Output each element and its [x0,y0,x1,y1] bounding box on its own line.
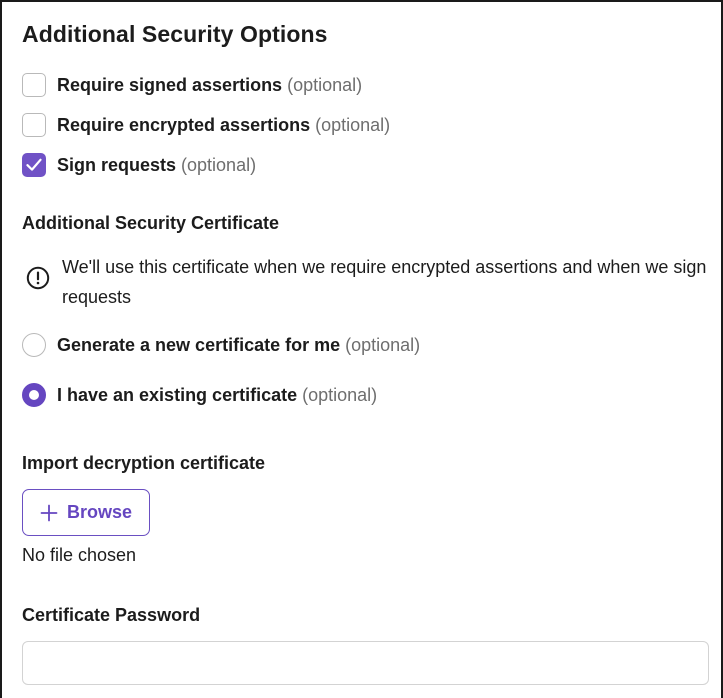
require-signed-assertions-checkbox[interactable] [22,73,46,97]
checkbox-label: Require signed assertions [57,74,283,95]
certificate-section-heading: Additional Security Certificate [22,213,280,233]
generate-certificate-option[interactable]: Generate a new certificate for me (optio… [22,332,420,358]
checkmark-icon [26,158,42,171]
optional-hint: (optional) [302,384,378,405]
plus-icon [40,504,58,521]
sign-requests-checkbox[interactable] [22,153,46,177]
existing-certificate-option[interactable]: I have an existing certificate (optional… [22,382,377,408]
checkbox-label: Sign requests [57,154,177,175]
require-signed-assertions-option[interactable]: Require signed assertions (optional) [22,72,362,98]
browse-button[interactable]: Browse [22,489,150,536]
radio-selected-dot [29,390,39,400]
optional-hint: (optional) [287,74,363,95]
certificate-password-label: Certificate Password [22,605,201,625]
certificate-password-input[interactable] [22,641,709,685]
require-encrypted-assertions-option[interactable]: Require encrypted assertions (optional) [22,112,390,138]
generate-certificate-radio[interactable] [22,333,46,357]
optional-hint: (optional) [181,154,257,175]
optional-hint: (optional) [345,334,421,355]
page-title: Additional Security Options [22,21,328,47]
checkbox-label: Require encrypted assertions [57,114,311,135]
certificate-info-text: We'll use this certificate when we requi… [62,257,707,307]
radio-label: I have an existing certificate [57,384,298,405]
optional-hint: (optional) [315,114,391,135]
sign-requests-option[interactable]: Sign requests (optional) [22,152,256,178]
file-status-text: No file chosen [22,545,137,565]
existing-certificate-radio[interactable] [22,383,46,407]
radio-label: Generate a new certificate for me [57,334,341,355]
security-options-panel: Additional Security Options Require sign… [0,0,723,698]
require-encrypted-assertions-checkbox[interactable] [22,113,46,137]
info-circle-icon [26,266,50,290]
browse-button-label: Browse [66,502,133,522]
import-certificate-heading: Import decryption certificate [22,453,266,473]
